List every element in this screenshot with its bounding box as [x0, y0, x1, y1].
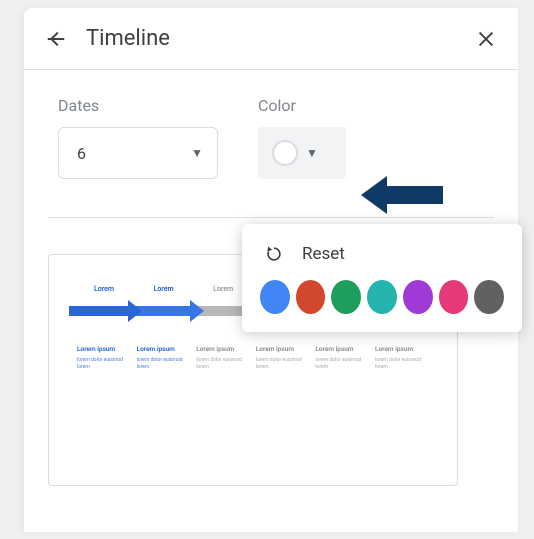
- panel-title: Timeline: [86, 26, 456, 51]
- timeline-item: Lorem ipsum lorem dolor euismod lorem: [77, 345, 131, 370]
- timeline-item: Lorem ipsum lorem dolor euismod lorem: [256, 345, 310, 370]
- dates-group: Dates 6 ▼: [58, 96, 218, 179]
- color-option-blue[interactable]: [260, 280, 290, 314]
- timeline-item: Lorem ipsum lorem dolor euismod lorem: [196, 345, 250, 370]
- color-select[interactable]: ▼: [258, 127, 346, 179]
- timeline-item-body: lorem dolor euismod lorem: [256, 357, 310, 370]
- timeline-item-title: Lorem ipsum: [77, 345, 131, 353]
- color-option-teal[interactable]: [367, 280, 397, 314]
- reset-button[interactable]: Reset: [260, 238, 504, 280]
- timeline-items: Lorem ipsum lorem dolor euismod lorem Lo…: [69, 345, 437, 370]
- timeline-top-label: Lorem: [77, 285, 131, 293]
- color-option-gray[interactable]: [474, 280, 504, 314]
- timeline-item-title: Lorem ipsum: [137, 345, 191, 353]
- color-option-red[interactable]: [296, 280, 326, 314]
- timeline-item: Lorem ipsum lorem dolor euismod lorem: [375, 345, 429, 370]
- color-option-purple[interactable]: [403, 280, 433, 314]
- close-icon: [475, 28, 497, 50]
- dates-select[interactable]: 6 ▼: [58, 127, 218, 179]
- timeline-item-body: lorem dolor euismod lorem: [375, 357, 429, 370]
- color-popover: Reset: [242, 224, 522, 332]
- background-edge: [0, 2, 22, 42]
- dates-label: Dates: [58, 96, 218, 115]
- caret-down-icon: ▼: [306, 146, 318, 160]
- dates-value: 6: [77, 144, 86, 163]
- timeline-item-body: lorem dolor euismod lorem: [196, 357, 250, 370]
- timeline-item-title: Lorem ipsum: [375, 345, 429, 353]
- timeline-top-label: Lorem: [137, 285, 191, 293]
- timeline-item-body: lorem dolor euismod lorem: [137, 357, 191, 370]
- back-button[interactable]: [44, 27, 68, 51]
- color-label: Color: [258, 96, 346, 115]
- color-group: Color ▼: [258, 96, 346, 179]
- color-option-green[interactable]: [331, 280, 361, 314]
- timeline-segment: [69, 306, 130, 316]
- reset-icon: [264, 244, 284, 264]
- caret-down-icon: ▼: [191, 146, 203, 160]
- timeline-item: Lorem ipsum lorem dolor euismod lorem: [315, 345, 369, 370]
- timeline-item-body: lorem dolor euismod lorem: [315, 357, 369, 370]
- timeline-item-body: lorem dolor euismod lorem: [77, 357, 131, 370]
- controls-row: Dates 6 ▼ Color ▼: [24, 70, 518, 189]
- close-button[interactable]: [474, 27, 498, 51]
- reset-label: Reset: [302, 244, 345, 264]
- panel-header: Timeline: [24, 8, 518, 70]
- color-option-pink[interactable]: [439, 280, 469, 314]
- timeline-item: Lorem ipsum lorem dolor euismod lorem: [137, 345, 191, 370]
- timeline-item-title: Lorem ipsum: [196, 345, 250, 353]
- arrow-left-icon: [45, 28, 67, 50]
- timeline-item-title: Lorem ipsum: [315, 345, 369, 353]
- color-current-swatch: [272, 140, 298, 166]
- color-options: [260, 280, 504, 314]
- timeline-item-title: Lorem ipsum: [256, 345, 310, 353]
